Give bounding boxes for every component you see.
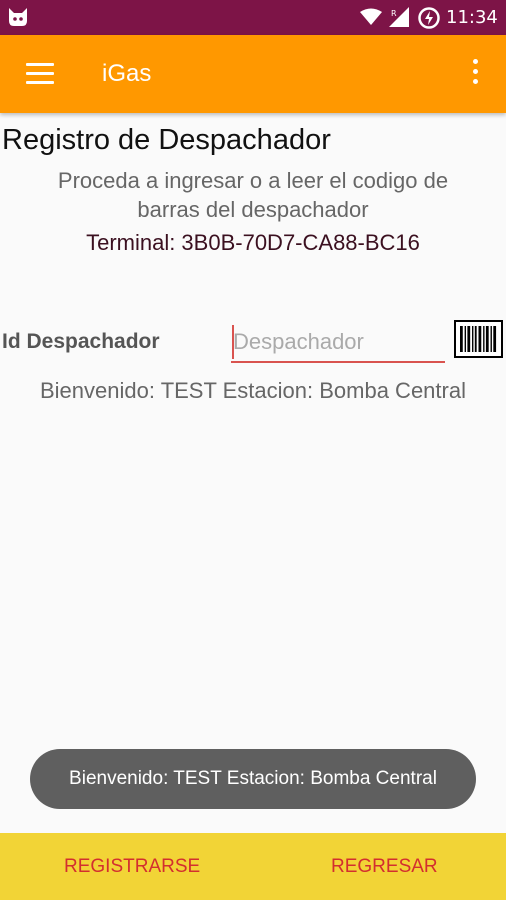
battery-charging-icon	[418, 7, 440, 29]
svg-text:R: R	[391, 9, 397, 18]
page-title: Registro de Despachador	[2, 124, 331, 156]
instructions-line-1: Proceda a ingresar o a leer el codigo de	[57, 168, 449, 193]
instructions-line-2: barras del despachador	[137, 197, 369, 222]
barcode-scan-button[interactable]	[454, 320, 503, 358]
back-button[interactable]: REGRESAR	[331, 833, 438, 900]
app-title: iGas	[102, 60, 152, 87]
signal-icon: R	[389, 7, 409, 27]
register-button[interactable]: REGISTRARSE	[64, 833, 200, 900]
wifi-icon	[360, 8, 382, 25]
more-vert-icon[interactable]	[470, 59, 480, 89]
hamburger-menu-icon[interactable]	[26, 63, 54, 85]
instructions-text: Proceda a ingresar o a leer el codigo de…	[0, 166, 506, 224]
terminal-id: Terminal: 3B0B-70D7-CA88-BC16	[86, 230, 420, 255]
android-cat-icon	[9, 8, 27, 26]
dispatcher-input[interactable]	[231, 323, 445, 363]
status-time: 11:34	[446, 7, 498, 28]
app-bar: iGas	[0, 35, 506, 113]
welcome-message: Bienvenido: TEST Estacion: Bomba Central	[40, 378, 466, 403]
toast-message: Bienvenido: TEST Estacion: Bomba Central	[30, 749, 476, 809]
bottom-action-bar: REGISTRARSE REGRESAR	[0, 833, 506, 900]
text-caret	[232, 325, 234, 359]
status-bar: R 11:34	[0, 0, 506, 35]
barcode-icon	[460, 326, 497, 352]
id-dispatcher-label: Id Despachador	[2, 330, 160, 353]
